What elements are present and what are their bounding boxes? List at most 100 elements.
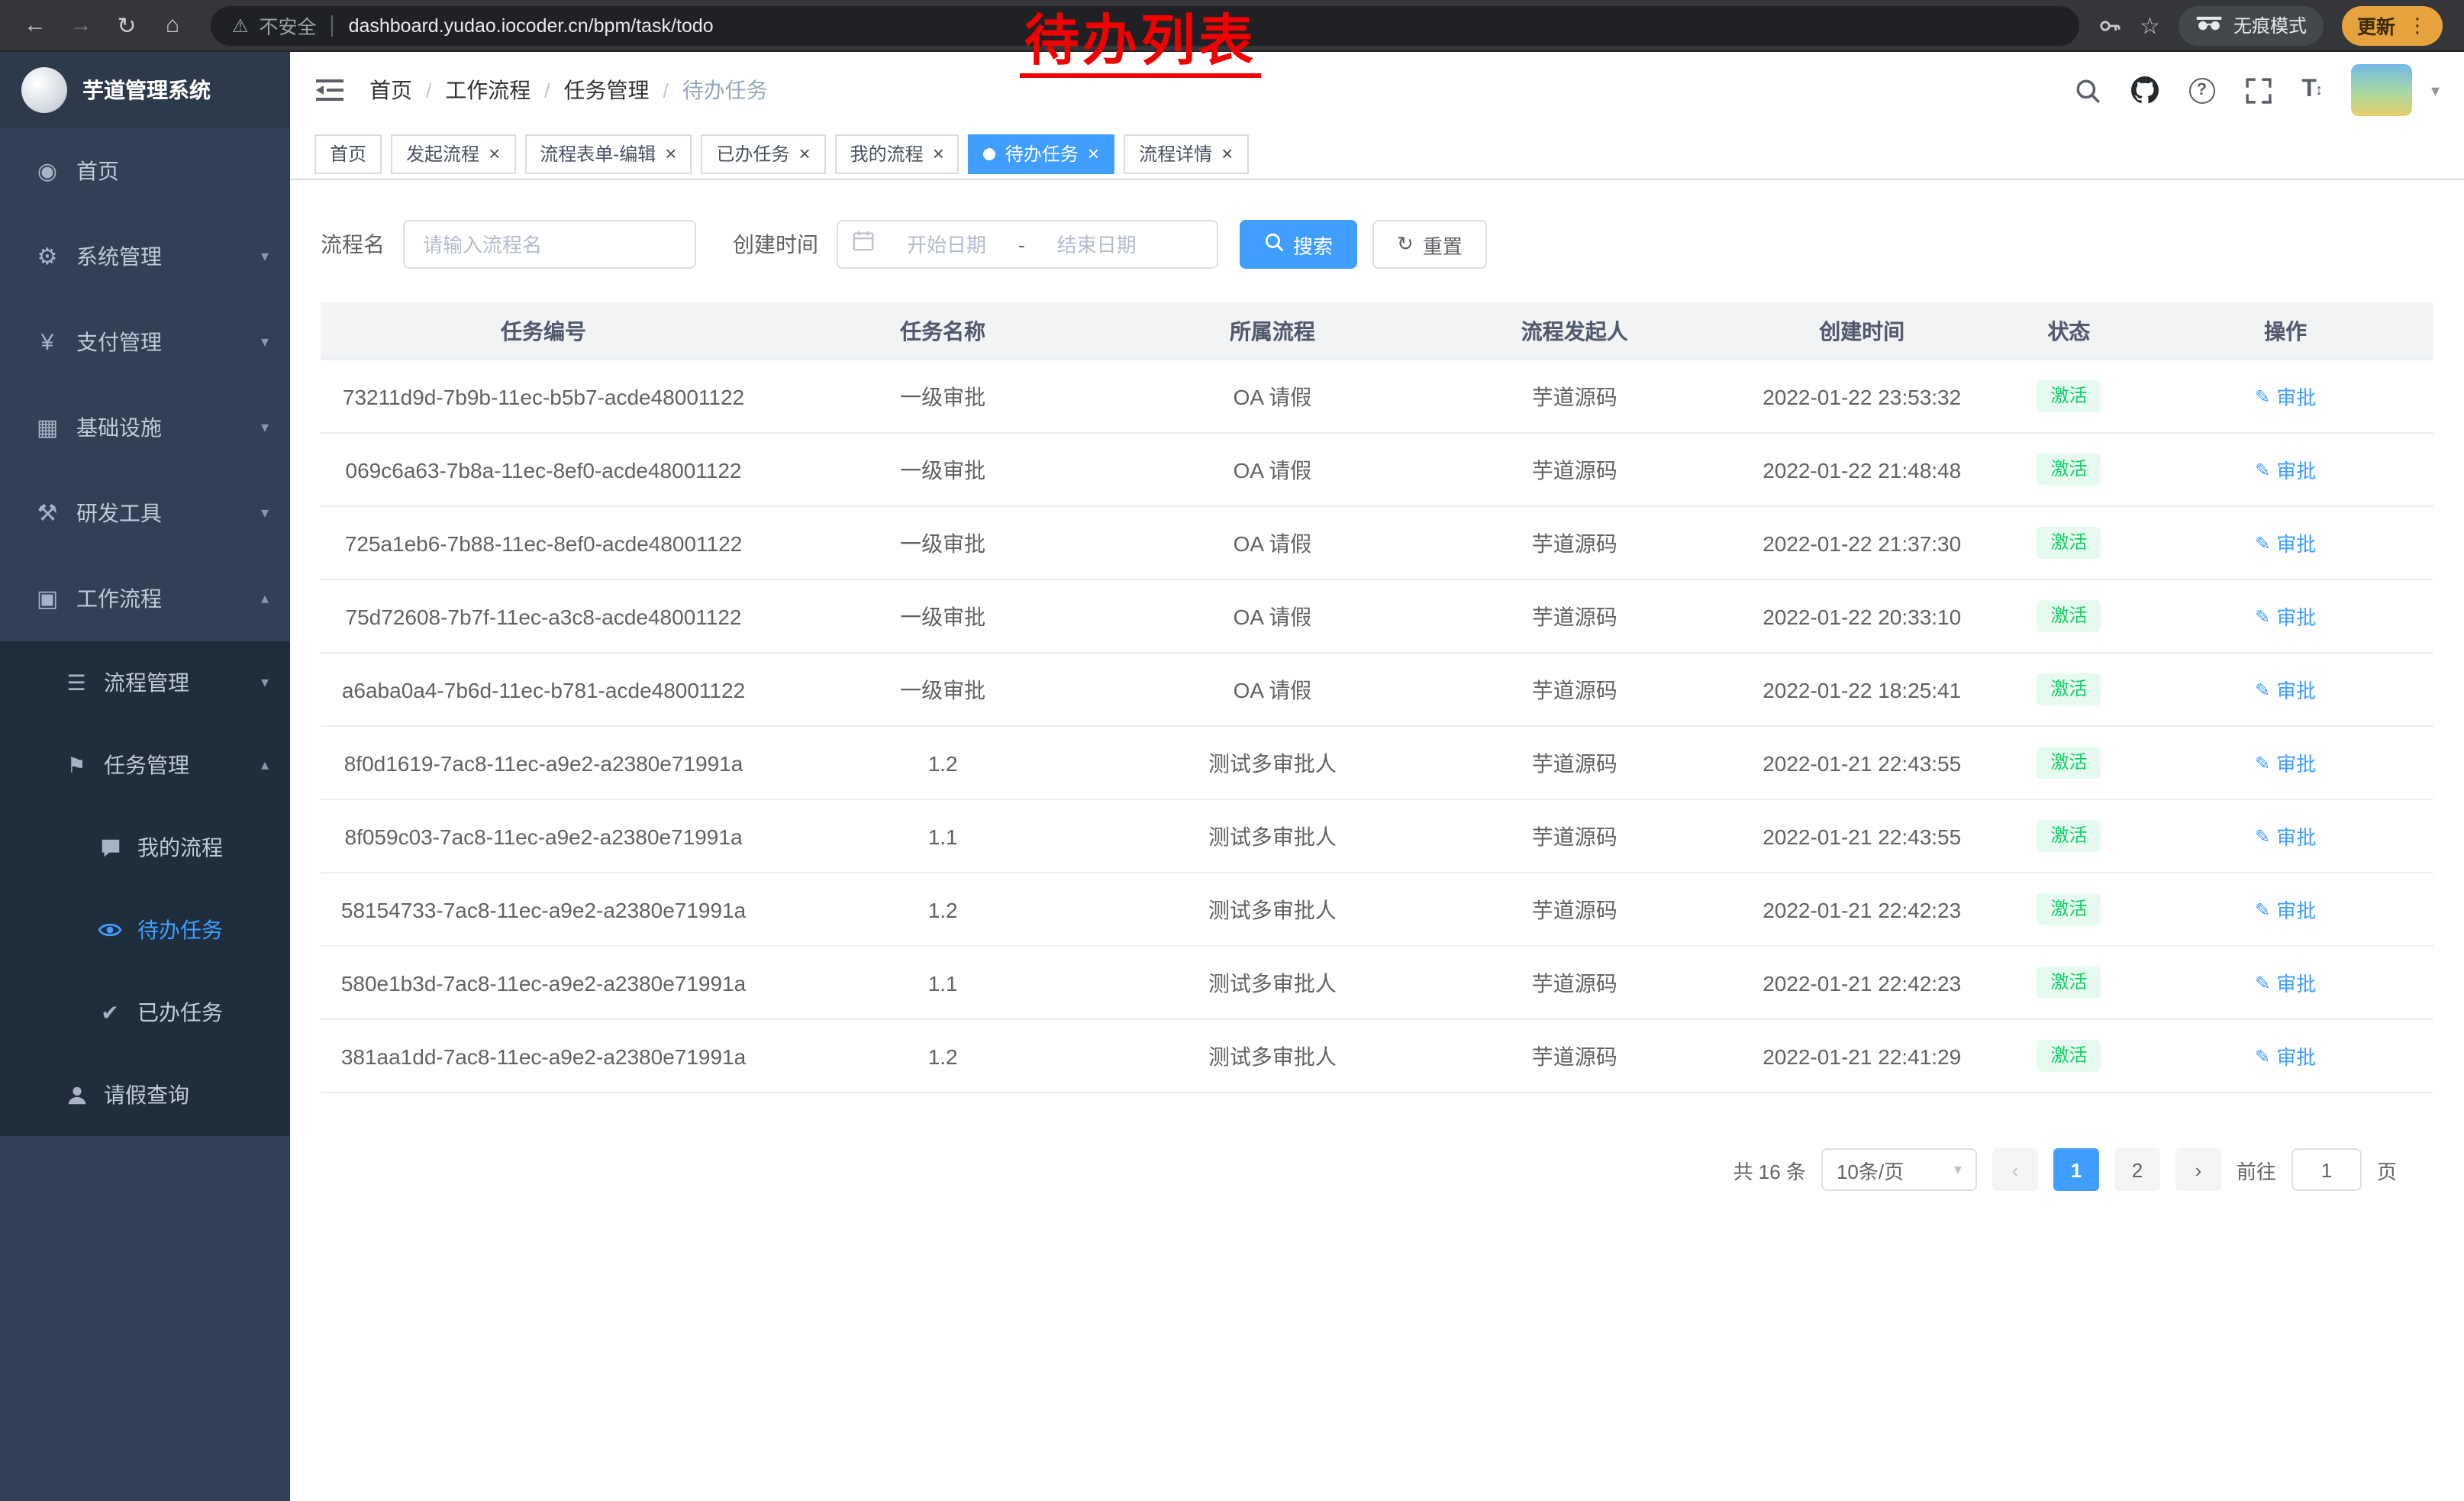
approve-button[interactable]: ✎审批 — [2255, 822, 2316, 851]
cell-task-id: 069c6a63-7b8a-11ec-8ef0-acde48001122 — [321, 457, 766, 482]
edit-icon: ✎ — [2255, 1045, 2270, 1067]
breadcrumb-item[interactable]: 首页 — [369, 75, 412, 105]
pagination: 共 16 条 10条/页 ▾ ‹ 1 2 › 前往 页 — [321, 1148, 2433, 1191]
status-badge: 激活 — [2037, 673, 2101, 705]
approve-label: 审批 — [2276, 1041, 2316, 1070]
process-name-input[interactable] — [403, 220, 696, 269]
search-icon[interactable] — [2074, 77, 2100, 103]
reset-button[interactable]: ↻ 重置 — [1372, 220, 1487, 269]
tab-item[interactable]: 首页 — [314, 134, 382, 173]
back-icon[interactable]: ← — [15, 5, 55, 45]
cell-task-id: 580e1b3d-7ac8-11ec-a9e2-a2380e71991a — [321, 970, 766, 995]
approve-button[interactable]: ✎ 审批 — [2255, 1041, 2316, 1070]
tags-view-bar: 首页发起流程×流程表单-编辑×已办任务×我的流程×待办任务×流程详情× — [290, 128, 2464, 180]
bookmark-star-icon[interactable]: ☆ — [2140, 11, 2160, 39]
goto-label: 前往 — [2237, 1155, 2276, 1184]
table-header: 任务编号 任务名称 所属流程 流程发起人 创建时间 状态 操作 — [321, 302, 2433, 360]
cell-task-name: 1.1 — [766, 824, 1119, 848]
update-button[interactable]: 更新 ⋮ — [2342, 5, 2443, 45]
sidebar-item-process-management[interactable]: ☰ 流程管理 ▾ — [0, 641, 290, 724]
search-button-label: 搜索 — [1293, 230, 1333, 259]
page-button-1[interactable]: 1 — [2053, 1148, 2099, 1191]
tab-close-icon[interactable]: × — [1088, 144, 1099, 163]
tab-item[interactable]: 发起流程 × — [391, 134, 515, 173]
breadcrumb-separator: / — [663, 79, 669, 102]
approve-label: 审批 — [2276, 968, 2316, 997]
cell-task-id: 381aa1dd-7ac8-11ec-a9e2-a2380e71991a — [321, 1044, 766, 1068]
eye-icon — [95, 918, 125, 942]
cell-process-name: 测试多审批人 — [1119, 967, 1425, 998]
tab-item[interactable]: 待办任务× — [969, 134, 1114, 173]
tab-label: 发起流程 — [406, 140, 479, 166]
sidebar-item-done-task[interactable]: ✔ 已办任务 — [0, 971, 290, 1054]
reload-icon[interactable]: ↻ — [107, 5, 147, 45]
table-row: 580e1b3d-7ac8-11ec-a9e2-a2380e71991a1.1测… — [321, 947, 2433, 1020]
sidebar-item-workflow[interactable]: ▣ 工作流程 ▴ — [0, 556, 290, 641]
approve-button[interactable]: ✎审批 — [2255, 748, 2316, 777]
avatar[interactable] — [2352, 64, 2413, 116]
goto-page-input[interactable] — [2291, 1148, 2362, 1191]
sidebar-item-infrastructure[interactable]: ▦ 基础设施 ▾ — [0, 385, 290, 470]
cell-create-time: 2022-01-22 18:25:41 — [1724, 677, 2001, 702]
magnifier-icon — [1264, 232, 1284, 257]
start-date-input[interactable] — [881, 233, 1012, 256]
home-icon[interactable]: ⌂ — [153, 5, 192, 45]
tab-close-icon[interactable]: × — [665, 144, 676, 163]
tab-close-icon[interactable]: × — [1221, 144, 1233, 163]
approve-button[interactable]: ✎审批 — [2255, 675, 2316, 704]
help-icon[interactable]: ? — [2188, 77, 2214, 103]
sidebar-item-system-management[interactable]: ⚙ 系统管理 ▾ — [0, 214, 290, 299]
github-icon[interactable] — [2130, 76, 2158, 104]
tab-item[interactable]: 我的流程× — [835, 134, 959, 173]
sidebar-item-payment-management[interactable]: ¥ 支付管理 ▾ — [0, 299, 290, 385]
breadcrumb-separator: / — [426, 79, 431, 102]
font-size-icon[interactable]: T↕ — [2301, 76, 2321, 104]
sidebar-item-todo-task[interactable]: 待办任务 — [0, 889, 290, 971]
approve-button[interactable]: ✎审批 — [2255, 455, 2316, 484]
next-page-button[interactable]: › — [2175, 1148, 2221, 1191]
tab-close-icon[interactable]: × — [798, 144, 810, 163]
sidebar-item-leave-query[interactable]: 请假查询 — [0, 1054, 290, 1136]
status-badge: 激活 — [2037, 526, 2101, 559]
approve-button[interactable]: ✎审批 — [2255, 382, 2316, 411]
cell-status: 激活 — [2001, 673, 2138, 705]
prev-page-button[interactable]: ‹ — [1992, 1148, 2038, 1191]
cell-action: ✎审批 — [2137, 382, 2433, 411]
menu-label: 已办任务 — [137, 997, 269, 1028]
sidebar-item-home[interactable]: ◉ 首页 — [0, 128, 290, 214]
tab-item[interactable]: 流程详情× — [1124, 134, 1248, 173]
sidebar-item-task-management[interactable]: ⚑ 任务管理 ▴ — [0, 724, 290, 806]
page-size-select[interactable]: 10条/页 ▾ — [1821, 1148, 1977, 1191]
avatar-caret-icon[interactable]: ▾ — [2431, 80, 2440, 100]
edit-icon: ✎ — [2255, 605, 2270, 627]
incognito-icon — [2195, 14, 2223, 37]
menu-dots-icon[interactable]: ⋮ — [2408, 13, 2427, 37]
tab-item[interactable]: 流程表单-编辑× — [524, 134, 692, 173]
browser-window: ← → ↻ ⌂ ⚠ 不安全 dashboard.yudao.iocoder.cn… — [0, 0, 2464, 1501]
approve-label: 审批 — [2276, 822, 2316, 851]
approve-button[interactable]: ✎审批 — [2255, 602, 2316, 631]
sidebar-item-dev-tools[interactable]: ⚒ 研发工具 ▾ — [0, 470, 290, 556]
end-date-input[interactable] — [1031, 233, 1163, 256]
search-button[interactable]: 搜索 — [1240, 220, 1357, 269]
page-button-2[interactable]: 2 — [2114, 1148, 2160, 1191]
approve-button[interactable]: ✎审批 — [2255, 528, 2316, 557]
sidebar-fold-icon[interactable] — [314, 75, 345, 105]
breadcrumb-item[interactable]: 工作流程 — [445, 75, 531, 105]
cell-create-time: 2022-01-22 21:48:48 — [1724, 457, 2001, 482]
sidebar-item-my-process[interactable]: 我的流程 — [0, 806, 290, 889]
table-row: 73211d9d-7b9b-11ec-b5b7-acde48001122一级审批… — [321, 360, 2433, 434]
tab-close-icon[interactable]: × — [489, 144, 500, 163]
cell-create-time: 2022-01-22 23:53:32 — [1724, 384, 2001, 408]
logo-image — [21, 67, 67, 113]
tab-item[interactable]: 已办任务× — [701, 134, 825, 173]
tab-close-icon[interactable]: × — [933, 144, 944, 163]
key-icon[interactable] — [2097, 13, 2121, 37]
approve-button[interactable]: ✎审批 — [2255, 895, 2316, 924]
approve-button[interactable]: ✎审批 — [2255, 968, 2316, 997]
breadcrumb-item[interactable]: 任务管理 — [564, 75, 650, 105]
app-logo[interactable]: 芋道管理系统 — [0, 52, 290, 128]
date-range-picker[interactable]: - — [837, 220, 1218, 269]
forward-icon[interactable]: → — [61, 5, 101, 45]
fullscreen-icon[interactable] — [2245, 77, 2271, 103]
